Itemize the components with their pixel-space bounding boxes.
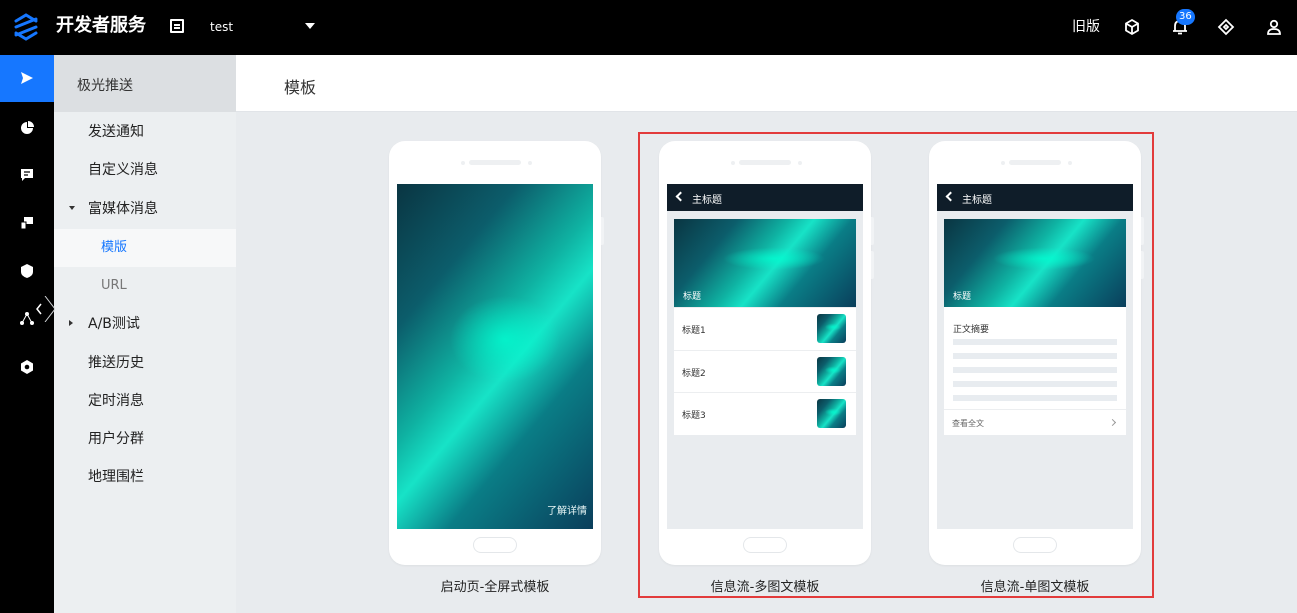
message-icon[interactable] — [19, 167, 35, 183]
app-selector[interactable]: test — [210, 19, 233, 35]
top-bar: 开发者服务 test 旧版 36 — [0, 0, 1297, 55]
phone-speaker — [469, 160, 521, 165]
old-version-link[interactable]: 旧版 — [1072, 18, 1100, 36]
nav-item-custom-message[interactable]: 自定义消息 — [54, 151, 236, 189]
nav-item-label: 地理围栏 — [88, 469, 144, 485]
template-card-splash[interactable]: 了解详情 — [389, 141, 604, 565]
phone-side-button — [601, 217, 604, 245]
secondary-nav: 极光推送 发送通知 自定义消息 富媒体消息 模版 URL A/B测试 推送历史 … — [54, 55, 236, 613]
send-icon — [21, 72, 33, 84]
splash-image — [397, 184, 593, 529]
chart-icon[interactable] — [19, 120, 35, 136]
learn-more-link: 了解详情 — [547, 506, 587, 517]
nav-item-push-history[interactable]: 推送历史 — [54, 344, 236, 382]
diamond-icon[interactable] — [1216, 17, 1236, 37]
logo-icon[interactable] — [12, 13, 40, 41]
notification-badge: 36 — [1176, 9, 1195, 25]
sensor-dot — [528, 161, 532, 165]
nav-item-label: URL — [101, 278, 127, 293]
nav-item-label: 自定义消息 — [88, 162, 158, 178]
nav-item-geofence[interactable]: 地理围栏 — [54, 458, 236, 496]
nav-item-label: 富媒体消息 — [88, 201, 158, 217]
nav-item-label: A/B测试 — [88, 316, 140, 332]
shield-icon[interactable] — [19, 263, 35, 279]
nav-header-title: 极光推送 — [77, 78, 133, 94]
brand-title: 开发者服务 — [56, 15, 146, 36]
caret-down-icon — [69, 206, 75, 210]
nav-item-template[interactable]: 模版 — [54, 229, 236, 267]
user-icon[interactable] — [1264, 17, 1284, 37]
caret-right-icon — [69, 320, 73, 326]
camera-dot — [461, 161, 465, 165]
page-title: 模板 — [284, 78, 317, 97]
nav-item-segments[interactable]: 用户分群 — [54, 420, 236, 458]
nav-item-label: 推送历史 — [88, 355, 144, 371]
chevron-down-icon[interactable] — [305, 23, 315, 29]
nav-item-label: 发送通知 — [88, 124, 144, 140]
app-icon — [170, 19, 184, 33]
selection-highlight — [638, 132, 1154, 598]
template-caption[interactable]: 启动页-全屏式模板 — [389, 576, 601, 595]
nav-item-label: 用户分群 — [88, 431, 144, 447]
home-button — [473, 537, 517, 553]
nav-item-scheduled[interactable]: 定时消息 — [54, 382, 236, 420]
nav-item-label: 模版 — [101, 240, 128, 255]
nav-item-rich-media[interactable]: 富媒体消息 — [54, 190, 236, 228]
rail-item-push[interactable] — [0, 55, 54, 102]
nav-item-ab-test[interactable]: A/B测试 — [54, 305, 236, 343]
icon-rail — [0, 55, 54, 613]
nav-header: 极光推送 — [54, 55, 236, 112]
nav-item-label: 定时消息 — [88, 393, 144, 409]
devices-icon[interactable] — [19, 215, 35, 231]
phone-screen: 了解详情 — [397, 184, 593, 529]
nav-item-url[interactable]: URL — [54, 267, 236, 305]
page-header: 模板 — [236, 55, 1297, 112]
collapse-sidebar-icon[interactable] — [33, 296, 55, 322]
settings-icon[interactable] — [19, 359, 35, 375]
nav-item-send-notification[interactable]: 发送通知 — [54, 113, 236, 151]
cube-icon[interactable] — [1122, 17, 1142, 37]
